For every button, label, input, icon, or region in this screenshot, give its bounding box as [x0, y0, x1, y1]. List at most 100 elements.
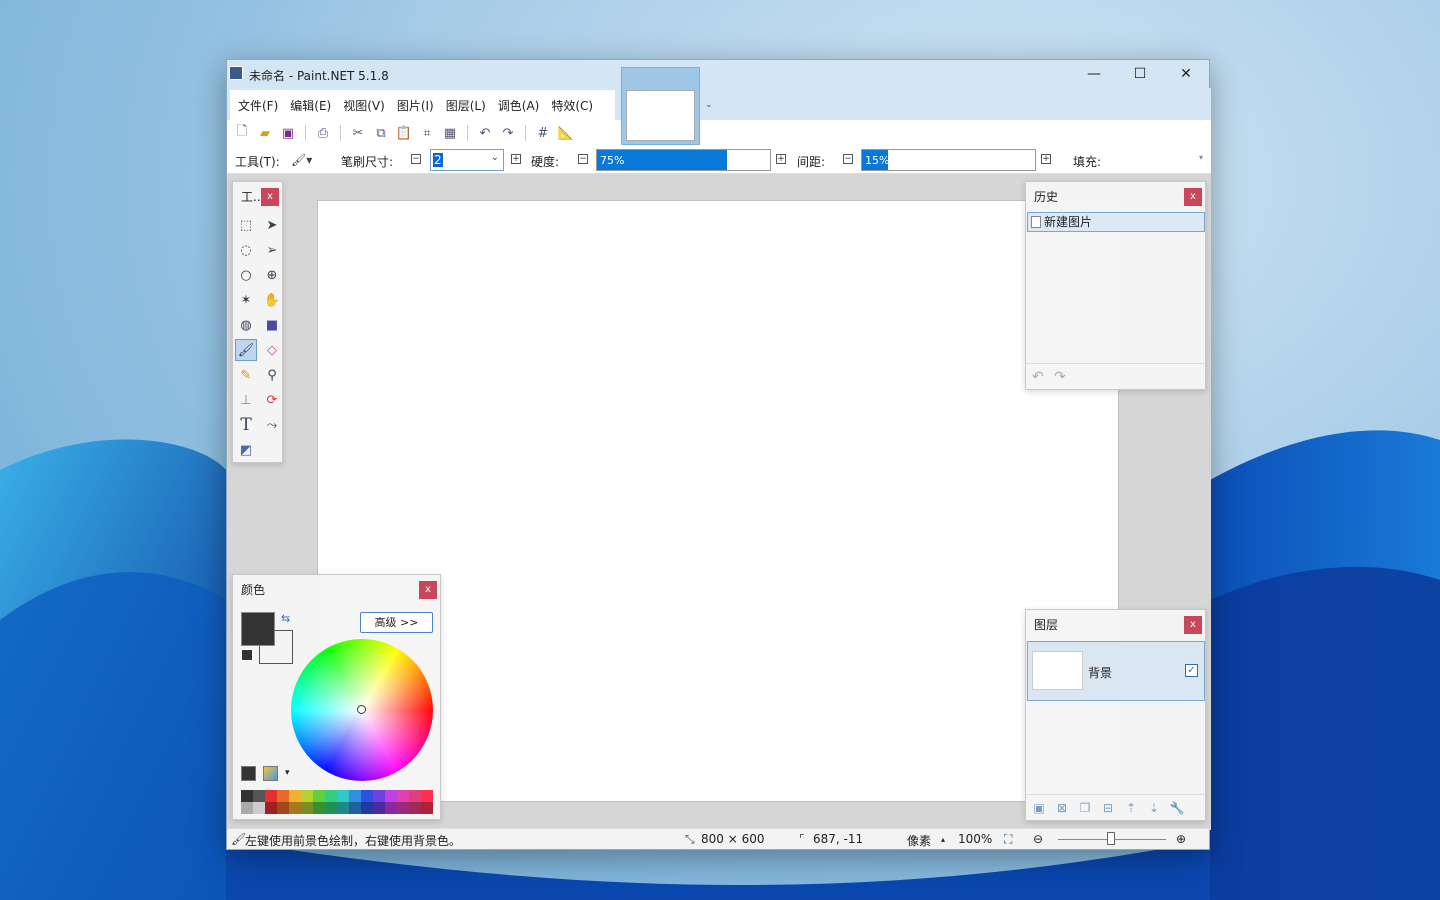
palette-swatch[interactable]: [385, 790, 397, 802]
cut-icon[interactable]: ✂: [349, 124, 367, 142]
history-item[interactable]: 新建图片: [1027, 212, 1205, 232]
ruler-icon[interactable]: 📐: [557, 124, 575, 142]
paintbrush-icon[interactable]: 🖌: [235, 339, 257, 361]
palette-swatch[interactable]: [421, 802, 433, 814]
pan-hand-icon[interactable]: ✋: [261, 289, 283, 311]
palette-swatch[interactable]: [409, 802, 421, 814]
palette-menu-icon[interactable]: [263, 766, 278, 781]
palette-swatch[interactable]: [289, 790, 301, 802]
palette-swatch[interactable]: [373, 802, 385, 814]
reset-colors-icon[interactable]: [241, 649, 253, 661]
image-thumbnail-tab[interactable]: [621, 67, 700, 145]
move-layer-down-icon[interactable]: ⇣: [1145, 801, 1163, 815]
undo-icon[interactable]: ↶: [476, 124, 494, 142]
spacing-increase-button[interactable]: +: [1041, 154, 1051, 164]
palette-swatch[interactable]: [301, 790, 313, 802]
redo-icon[interactable]: ↷: [499, 124, 517, 142]
crop-icon[interactable]: ⌗: [418, 124, 436, 142]
palette-swatch[interactable]: [337, 790, 349, 802]
menu-layers[interactable]: 图层(L): [446, 97, 486, 114]
menu-view[interactable]: 视图(V): [343, 97, 385, 114]
palette-swatch[interactable]: [325, 790, 337, 802]
tools-panel-close-button[interactable]: x: [261, 188, 279, 206]
palette-swatch[interactable]: [421, 790, 433, 802]
options-overflow-icon[interactable]: ▾: [1199, 153, 1203, 162]
duplicate-layer-icon[interactable]: ❐: [1076, 801, 1094, 815]
menu-effects[interactable]: 特效(C): [551, 97, 593, 114]
palette-swatch[interactable]: [301, 802, 313, 814]
palette-swatch[interactable]: [361, 790, 373, 802]
swap-colors-icon[interactable]: ⇆: [281, 612, 290, 625]
zoom-icon[interactable]: ⊕: [261, 264, 283, 286]
minimize-button[interactable]: —: [1071, 60, 1117, 88]
advanced-colors-button[interactable]: 高级 >>: [360, 612, 433, 633]
add-to-palette-icon[interactable]: [241, 766, 256, 781]
move-selection-icon[interactable]: ➢: [261, 239, 283, 261]
rectangle-select-icon[interactable]: ⬚: [235, 214, 257, 236]
paste-icon[interactable]: 📋: [395, 124, 413, 142]
paintbrush-tool-selector-icon[interactable]: 🖌▾: [291, 153, 312, 167]
history-panel-close-button[interactable]: x: [1184, 188, 1202, 206]
palette-swatch[interactable]: [325, 802, 337, 814]
primary-color-swatch[interactable]: [241, 612, 275, 646]
title-bar[interactable]: 未命名 - Paint.NET 5.1.8 — ☐ ✕: [227, 60, 1209, 88]
palette-swatch[interactable]: [241, 790, 253, 802]
palette-swatch[interactable]: [349, 802, 361, 814]
line-curve-icon[interactable]: ⤳: [261, 414, 283, 436]
palette-swatch[interactable]: [397, 790, 409, 802]
menu-edit[interactable]: 编辑(E): [290, 97, 331, 114]
zoom-level[interactable]: 100%: [958, 832, 992, 846]
units-selector[interactable]: 像素: [907, 832, 931, 849]
layer-properties-icon[interactable]: 🔧: [1168, 801, 1186, 815]
palette-swatch[interactable]: [361, 802, 373, 814]
palette-swatch[interactable]: [277, 802, 289, 814]
palette-swatch[interactable]: [397, 802, 409, 814]
paint-bucket-icon[interactable]: ◍: [235, 314, 257, 336]
delete-layer-icon[interactable]: ⊠: [1053, 801, 1071, 815]
zoom-to-window-icon[interactable]: ⛶: [1004, 832, 1012, 847]
palette-swatch[interactable]: [385, 802, 397, 814]
palette-swatch[interactable]: [241, 802, 253, 814]
save-icon[interactable]: ▣: [279, 124, 297, 142]
print-icon[interactable]: ⎙: [314, 124, 332, 142]
palette-swatch[interactable]: [265, 790, 277, 802]
layer-row[interactable]: 背景 ✓: [1027, 641, 1205, 701]
history-undo-icon[interactable]: ↶: [1032, 369, 1044, 385]
brush-size-decrease-button[interactable]: −: [411, 154, 421, 164]
zoom-out-icon[interactable]: ⊖: [1033, 832, 1043, 846]
palette-swatch[interactable]: [373, 790, 385, 802]
magic-wand-icon[interactable]: ✶: [235, 289, 257, 311]
lasso-select-icon[interactable]: ◌: [235, 239, 257, 261]
color-wheel[interactable]: [291, 639, 433, 781]
palette-swatch[interactable]: [253, 790, 265, 802]
text-icon[interactable]: T: [235, 414, 257, 436]
menu-adjustments[interactable]: 调色(A): [498, 97, 540, 114]
gradient-icon[interactable]: ■: [261, 314, 283, 336]
zoom-in-icon[interactable]: ⊕: [1176, 832, 1186, 846]
brush-size-combo[interactable]: 2 ⌄: [430, 149, 504, 171]
move-layer-up-icon[interactable]: ⇡: [1122, 801, 1140, 815]
deselect-icon[interactable]: ▦: [441, 124, 459, 142]
ellipse-select-icon[interactable]: ○: [235, 264, 257, 286]
copy-icon[interactable]: ⧉: [372, 124, 390, 142]
eraser-icon[interactable]: ◇: [261, 339, 283, 361]
hardness-slider[interactable]: 75%: [596, 149, 771, 171]
clone-stamp-icon[interactable]: ⊥: [235, 389, 257, 411]
palette-swatch[interactable]: [289, 802, 301, 814]
palette-swatch[interactable]: [409, 790, 421, 802]
menu-image[interactable]: 图片(I): [397, 97, 434, 114]
palette-swatch[interactable]: [253, 802, 265, 814]
palette-swatch[interactable]: [313, 790, 325, 802]
palette-swatch[interactable]: [277, 790, 289, 802]
units-chevron-up-icon[interactable]: ▴: [941, 835, 945, 844]
layer-visibility-checkbox[interactable]: ✓: [1185, 664, 1198, 677]
recolor-icon[interactable]: ⟳: [261, 389, 283, 411]
maximize-button[interactable]: ☐: [1117, 60, 1163, 88]
menu-file[interactable]: 文件(F): [238, 97, 278, 114]
palette-swatch[interactable]: [337, 802, 349, 814]
zoom-slider-thumb[interactable]: [1107, 832, 1115, 845]
spacing-slider[interactable]: 15%: [861, 149, 1036, 171]
hardness-increase-button[interactable]: +: [776, 154, 786, 164]
shapes-icon[interactable]: ◩: [235, 439, 257, 461]
color-picker-icon[interactable]: ⚲: [261, 364, 283, 386]
